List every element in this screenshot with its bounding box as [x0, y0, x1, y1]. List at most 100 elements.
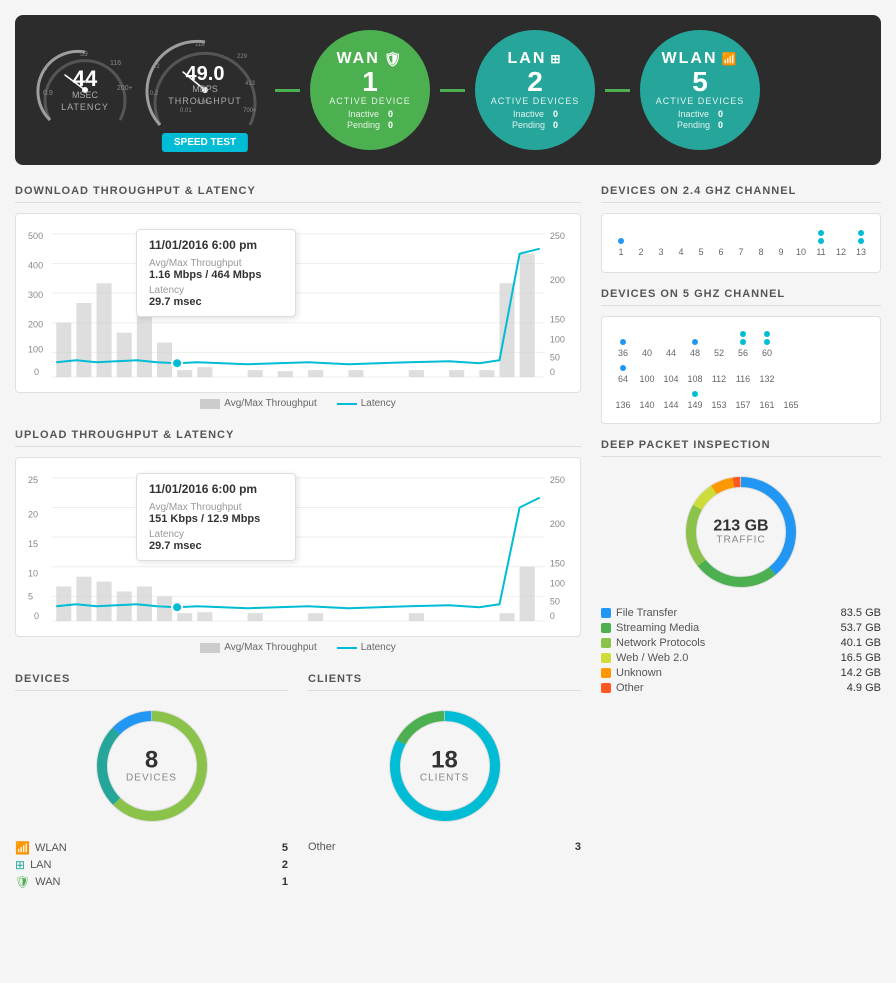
svg-text:150: 150 — [550, 315, 565, 325]
lan-stat-val: 2 — [282, 859, 288, 871]
device-dot-36 — [620, 339, 626, 345]
clients-count: 18 — [420, 749, 469, 773]
device-dot-cyan — [818, 230, 824, 236]
dpi-item-value: 40.1 GB — [841, 637, 881, 649]
channel-24-grid: 1 2 3 4 5 — [601, 213, 881, 273]
dpi-item-name: Web / Web 2.0 — [616, 652, 688, 664]
lan-stats: Inactive 0 Pending 0 — [512, 109, 558, 130]
wlan-bubble: WLAN 📶 5 ACTIVE DEVICES Inactive 0 Pendi… — [640, 30, 760, 150]
wan-stat-icon: 🛡 — [15, 875, 30, 889]
upload-chart-legend: Avg/Max Throughput Latency — [15, 642, 581, 653]
upload-title: UPLOAD THROUGHPUT & LATENCY — [15, 429, 581, 447]
download-legend-latency: Latency — [337, 398, 396, 409]
ch-44: 44 — [660, 346, 682, 358]
throughput-gauge: 0.2 22 118 229 413 700+ 0.01 0.94 49.0 M… — [145, 30, 265, 150]
clients-title: CLIENTS — [308, 673, 581, 691]
svg-text:100: 100 — [550, 335, 565, 345]
channel-5-title: DEVICES ON 5 GHZ CHANNEL — [601, 288, 881, 306]
svg-text:118: 118 — [195, 42, 205, 48]
upload-tooltip-latency-label: Latency — [149, 529, 283, 540]
latency-value: 44 — [61, 68, 109, 90]
clients-sub: CLIENTS — [420, 773, 469, 784]
svg-text:0: 0 — [550, 611, 555, 621]
ch-104: 104 — [660, 372, 682, 384]
download-tooltip-latency-val: 29.7 msec — [149, 296, 283, 308]
dpi-legend-item: Network Protocols 40.1 GB — [601, 637, 881, 649]
dpi-label-wrap: Streaming Media — [601, 622, 699, 634]
dpi-item-name: File Transfer — [616, 607, 677, 619]
svg-text:500: 500 — [28, 231, 43, 241]
ch-153: 153 — [708, 398, 730, 410]
devices-sub: DEVICES — [126, 773, 177, 784]
channel-5-row2: 64 100 104 108 112 — [612, 361, 870, 387]
download-tooltip-date: 11/01/2016 6:00 pm — [149, 238, 283, 252]
dpi-label-wrap: Unknown — [601, 667, 662, 679]
dpi-item-value: 83.5 GB — [841, 607, 881, 619]
svg-text:15: 15 — [28, 539, 38, 549]
upload-chart-area: 11/01/2016 6:00 pm Avg/Max Throughput 15… — [15, 457, 581, 637]
svg-text:0: 0 — [34, 611, 39, 621]
right-panel: DEVICES ON 2.4 GHZ CHANNEL 1 2 3 — [601, 185, 881, 892]
devices-donut-wrap: 8 DEVICES — [87, 701, 217, 831]
ch-56: 56 — [732, 330, 754, 358]
device-dot-cyan-4 — [858, 238, 864, 244]
wlan-icon: 📶 — [722, 52, 739, 66]
svg-text:10: 10 — [28, 569, 38, 579]
wan-sub: ACTIVE DEVICE — [329, 96, 411, 106]
channel-5-row3: 136 140 144 149 153 — [612, 387, 870, 413]
upload-tooltip-throughput-val: 151 Kbps / 12.9 Mbps — [149, 513, 283, 525]
legend-bar-icon — [200, 399, 220, 409]
dpi-color-dot — [601, 608, 611, 618]
wlan-stat-val: 5 — [282, 842, 288, 854]
svg-text:250: 250 — [550, 231, 565, 241]
dpi-color-dot — [601, 668, 611, 678]
svg-text:0.01: 0.01 — [180, 108, 192, 114]
download-chart-legend: Avg/Max Throughput Latency — [15, 398, 581, 409]
ch-40: 40 — [636, 346, 658, 358]
speed-test-button[interactable]: SPEED TEST — [162, 133, 248, 152]
ch-100: 100 — [636, 372, 658, 384]
download-tooltip-throughput-label: Avg/Max Throughput — [149, 258, 283, 269]
legend-line-icon-2 — [337, 647, 357, 649]
latency-unit: msec — [61, 90, 109, 100]
dpi-legend-item: Streaming Media 53.7 GB — [601, 622, 881, 634]
dpi-legend-item: Unknown 14.2 GB — [601, 667, 881, 679]
wan-icon: 🛡 — [384, 51, 404, 68]
wan-stat-val: 1 — [282, 876, 288, 888]
svg-text:150: 150 — [550, 559, 565, 569]
channel-24-section: DEVICES ON 2.4 GHZ CHANNEL 1 2 3 — [601, 185, 881, 273]
upload-tooltip-date: 11/01/2016 6:00 pm — [149, 482, 283, 496]
device-dot-64 — [620, 365, 626, 371]
dpi-legend-item: File Transfer 83.5 GB — [601, 607, 881, 619]
channel-5-section: DEVICES ON 5 GHZ CHANNEL 36 40 44 — [601, 288, 881, 424]
dpi-donut-wrap: 213 GB TRAFFIC — [676, 467, 806, 597]
dpi-legend: File Transfer 83.5 GB Streaming Media 53… — [601, 607, 881, 694]
device-dot-56b — [740, 339, 746, 345]
device-dot-48 — [692, 339, 698, 345]
clients-donut-wrap: 18 CLIENTS — [380, 701, 510, 831]
svg-text:0.9: 0.9 — [43, 90, 53, 97]
connector-line-3 — [605, 89, 630, 92]
svg-text:22: 22 — [153, 64, 160, 70]
dpi-legend-item: Web / Web 2.0 16.5 GB — [601, 652, 881, 664]
dpi-item-name: Unknown — [616, 667, 662, 679]
channel-col-3: 3 — [652, 245, 670, 257]
throughput-unit: Mbps — [168, 84, 242, 94]
connector-line-2 — [440, 89, 465, 92]
svg-text:400: 400 — [28, 261, 43, 271]
svg-text:50: 50 — [550, 596, 560, 606]
dpi-item-name: Streaming Media — [616, 622, 699, 634]
ch-60: 60 — [756, 330, 778, 358]
download-tooltip: 11/01/2016 6:00 pm Avg/Max Throughput 1.… — [136, 229, 296, 317]
svg-text:25: 25 — [28, 475, 38, 485]
wlan-count: 5 — [692, 68, 708, 96]
lan-icon: ⊞ — [550, 52, 562, 66]
upload-section: UPLOAD THROUGHPUT & LATENCY 11/01/2016 6… — [15, 429, 581, 653]
devices-title: DEVICES — [15, 673, 288, 691]
download-tooltip-throughput-val: 1.16 Mbps / 464 Mbps — [149, 269, 283, 281]
device-dot-60a — [764, 331, 770, 337]
clients-stats: Other 3 — [308, 841, 581, 853]
wan-stat-row: 🛡 WAN 1 — [15, 875, 288, 889]
svg-text:229: 229 — [237, 54, 248, 60]
wlan-stats: Inactive 0 Pending 0 — [677, 109, 723, 130]
